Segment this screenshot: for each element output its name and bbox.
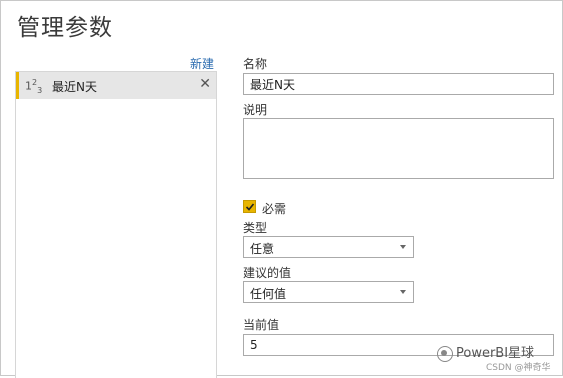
dialog-title: 管理参数 [17, 15, 113, 41]
required-checkbox[interactable] [243, 200, 256, 213]
close-icon[interactable]: ✕ [199, 76, 211, 92]
checkmark-icon [245, 203, 255, 211]
suggested-values-dropdown[interactable]: 任何值 [243, 281, 414, 303]
watermark-text: PowerBI星球 [456, 346, 535, 361]
type-label: 类型 [243, 221, 268, 235]
type-selected-value: 任意 [250, 242, 275, 256]
wechat-icon [437, 345, 453, 362]
name-label: 名称 [243, 57, 268, 71]
name-field[interactable] [243, 73, 554, 95]
description-field[interactable] [243, 118, 554, 179]
number-type-icon: 123 [25, 78, 43, 95]
chevron-down-icon [400, 245, 406, 249]
new-parameter-link[interactable]: 新建 [190, 55, 214, 72]
type-dropdown[interactable]: 任意 [243, 236, 414, 258]
chevron-down-icon [400, 290, 406, 294]
suggested-values-label: 建议的值 [243, 266, 292, 280]
watermark-sub: CSDN @神奇华 [486, 363, 551, 373]
required-label: 必需 [262, 202, 287, 216]
parameter-list-item[interactable]: 123 最近N天 ✕ [16, 72, 216, 99]
current-value-label: 当前值 [243, 318, 280, 332]
parameter-list: 123 最近N天 ✕ [15, 71, 217, 378]
watermark: PowerBI星球 [437, 342, 534, 362]
parameter-name: 最近N天 [52, 80, 97, 94]
suggested-selected-value: 任何值 [250, 287, 287, 301]
description-label: 说明 [243, 103, 268, 117]
